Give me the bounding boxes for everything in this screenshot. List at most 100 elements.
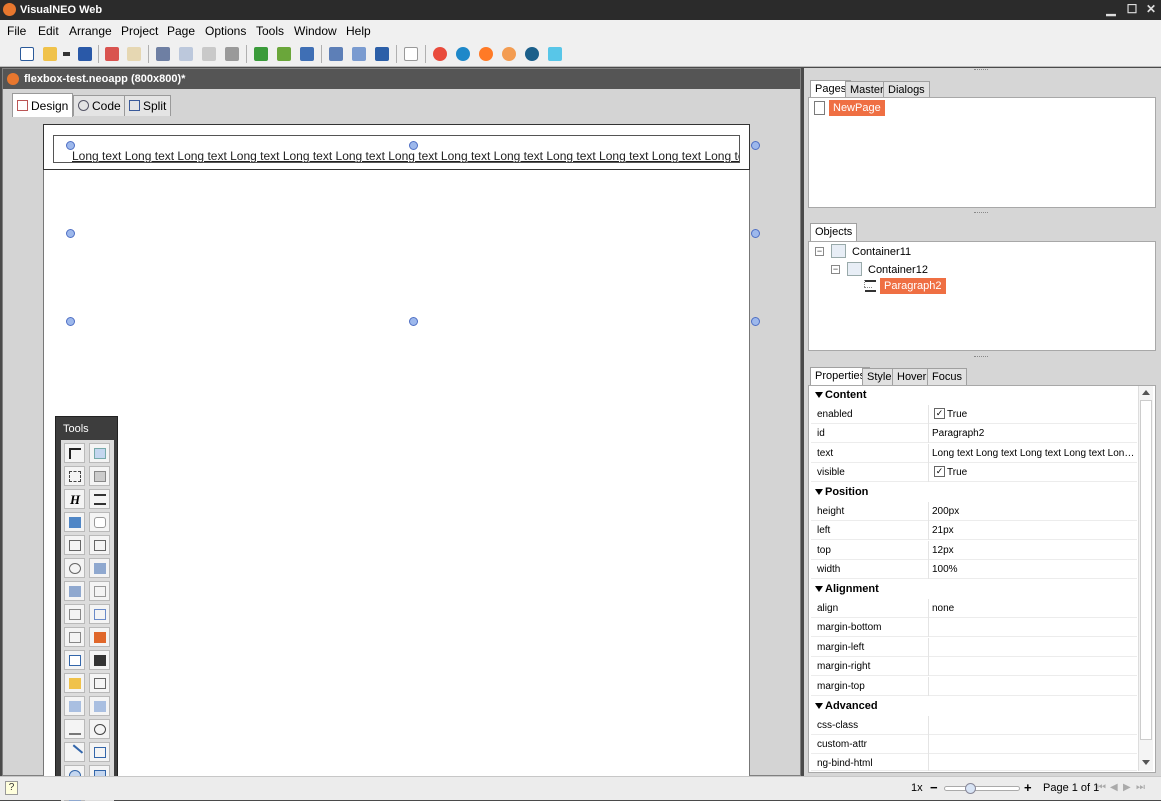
prop-id[interactable]: id Paragraph2 bbox=[811, 424, 1137, 443]
tool-password[interactable] bbox=[64, 627, 85, 647]
splitter-grip[interactable] bbox=[974, 69, 988, 72]
scroll-down-icon[interactable] bbox=[1142, 760, 1150, 765]
prop-enabled[interactable]: enabled ✓ True bbox=[811, 405, 1137, 424]
open-dropdown-button[interactable] bbox=[62, 44, 72, 64]
prop-margin-top[interactable]: margin-top bbox=[811, 677, 1137, 696]
splitter-grip[interactable] bbox=[974, 356, 988, 359]
tab-objects[interactable]: Objects bbox=[810, 223, 858, 242]
paste-button[interactable] bbox=[199, 44, 219, 64]
tab-focus[interactable]: Focus bbox=[927, 368, 967, 385]
resize-handle[interactable] bbox=[66, 229, 75, 238]
ungroup-button[interactable] bbox=[274, 44, 294, 64]
tool-checkbox[interactable] bbox=[64, 535, 85, 555]
menu-arrange[interactable]: Arrange bbox=[69, 24, 112, 38]
resize-handle[interactable] bbox=[66, 141, 75, 150]
preview-firefox-button[interactable] bbox=[476, 44, 496, 64]
group-button[interactable] bbox=[251, 44, 271, 64]
scrollbar-thumb[interactable] bbox=[1140, 400, 1152, 740]
tool-container[interactable] bbox=[89, 443, 110, 463]
checkbox-checked-icon[interactable]: ✓ bbox=[934, 466, 945, 477]
delete-button[interactable] bbox=[222, 44, 242, 64]
tree-item-paragraph2[interactable]: Paragraph2 bbox=[880, 278, 946, 294]
maximize-icon[interactable]: ☐ bbox=[1124, 2, 1140, 17]
prop-left[interactable]: left 21px bbox=[811, 521, 1137, 540]
scroll-up-icon[interactable] bbox=[1142, 390, 1150, 395]
resize-handle[interactable] bbox=[751, 229, 760, 238]
resize-handle[interactable] bbox=[66, 317, 75, 326]
design-canvas[interactable] bbox=[43, 124, 750, 776]
zoom-in-button[interactable]: + bbox=[1024, 780, 1032, 795]
menu-tools[interactable]: Tools bbox=[256, 24, 284, 38]
layout-button[interactable] bbox=[297, 44, 317, 64]
preview-chrome-button[interactable] bbox=[430, 44, 450, 64]
resize-handle[interactable] bbox=[409, 141, 418, 150]
tool-color-picker[interactable] bbox=[89, 627, 110, 647]
menu-window[interactable]: Window bbox=[294, 24, 337, 38]
tab-hover[interactable]: Hover bbox=[892, 368, 932, 385]
menu-edit[interactable]: Edit bbox=[38, 24, 59, 38]
zoom-slider-thumb[interactable] bbox=[965, 783, 976, 794]
splitter-grip[interactable] bbox=[974, 212, 988, 215]
image-button[interactable] bbox=[349, 44, 369, 64]
paragraph2-element[interactable]: Long text Long text Long text Long text … bbox=[72, 149, 739, 163]
cut-button[interactable] bbox=[153, 44, 173, 64]
zoom-slider[interactable] bbox=[944, 783, 1020, 794]
collapse-icon[interactable]: − bbox=[831, 265, 840, 274]
first-page-icon[interactable]: ⏮ bbox=[1097, 782, 1106, 793]
tool-paragraph[interactable] bbox=[89, 489, 110, 509]
tool-textarea[interactable] bbox=[89, 581, 110, 601]
tab-split[interactable]: Split bbox=[124, 95, 172, 116]
page-properties-button[interactable] bbox=[326, 44, 346, 64]
tool-rectangle[interactable] bbox=[89, 742, 110, 762]
zoom-level[interactable]: 1x bbox=[911, 782, 923, 794]
resize-handle[interactable] bbox=[751, 317, 760, 326]
prop-margin-left[interactable]: margin-left bbox=[811, 638, 1137, 657]
tool-toggle[interactable] bbox=[89, 535, 110, 555]
menu-project[interactable]: Project bbox=[121, 24, 158, 38]
zoom-out-button[interactable]: − bbox=[930, 780, 938, 795]
menu-file[interactable]: File bbox=[7, 24, 26, 38]
prop-visible[interactable]: visible ✓ True bbox=[811, 463, 1137, 482]
tool-slider[interactable] bbox=[64, 719, 85, 739]
collapse-icon[interactable]: − bbox=[815, 247, 824, 256]
page-item-newpage[interactable]: NewPage bbox=[829, 100, 885, 116]
prop-ng-bind-html[interactable]: ng-bind-html bbox=[811, 754, 1137, 771]
tool-timer[interactable] bbox=[89, 719, 110, 739]
checkbox-checked-icon[interactable]: ✓ bbox=[934, 408, 945, 419]
preview-app-button[interactable] bbox=[545, 44, 565, 64]
edit-button[interactable] bbox=[102, 44, 122, 64]
category-position[interactable]: Position bbox=[811, 483, 1137, 502]
prop-top[interactable]: top 12px bbox=[811, 541, 1137, 560]
tool-input[interactable] bbox=[64, 604, 85, 624]
tool-label[interactable] bbox=[89, 673, 110, 693]
tree-item-container11[interactable]: Container11 bbox=[852, 246, 911, 258]
category-alignment[interactable]: Alignment bbox=[811, 580, 1137, 599]
tool-image[interactable] bbox=[64, 512, 85, 532]
category-content[interactable]: Content bbox=[811, 386, 1137, 405]
preview-edge-button[interactable] bbox=[453, 44, 473, 64]
new-app-button[interactable] bbox=[17, 44, 37, 64]
tool-pointer[interactable] bbox=[64, 443, 85, 463]
tool-form[interactable] bbox=[64, 581, 85, 601]
tree-item-container12[interactable]: Container12 bbox=[868, 264, 928, 276]
prop-margin-bottom[interactable]: margin-bottom bbox=[811, 618, 1137, 637]
tool-file[interactable] bbox=[64, 673, 85, 693]
tool-selection[interactable] bbox=[64, 466, 85, 486]
prop-height[interactable]: height 200px bbox=[811, 502, 1137, 521]
publish-button[interactable] bbox=[372, 44, 392, 64]
prop-css-class[interactable]: css-class bbox=[811, 716, 1137, 735]
tool-line[interactable] bbox=[64, 742, 85, 762]
tool-button[interactable] bbox=[89, 512, 110, 532]
tool-heading[interactable]: H bbox=[64, 489, 85, 509]
properties-scrollbar[interactable] bbox=[1138, 386, 1153, 771]
prev-page-icon[interactable]: ◀ bbox=[1110, 782, 1118, 793]
menu-help[interactable]: Help bbox=[346, 24, 371, 38]
new-page-button[interactable] bbox=[401, 44, 421, 64]
prop-align[interactable]: align none bbox=[811, 599, 1137, 618]
menu-page[interactable]: Page bbox=[167, 24, 195, 38]
tool-listbox[interactable] bbox=[89, 558, 110, 578]
help-icon[interactable]: ? bbox=[5, 781, 18, 795]
preview-browser-button[interactable] bbox=[522, 44, 542, 64]
tool-panel[interactable] bbox=[89, 466, 110, 486]
resize-handle[interactable] bbox=[409, 317, 418, 326]
